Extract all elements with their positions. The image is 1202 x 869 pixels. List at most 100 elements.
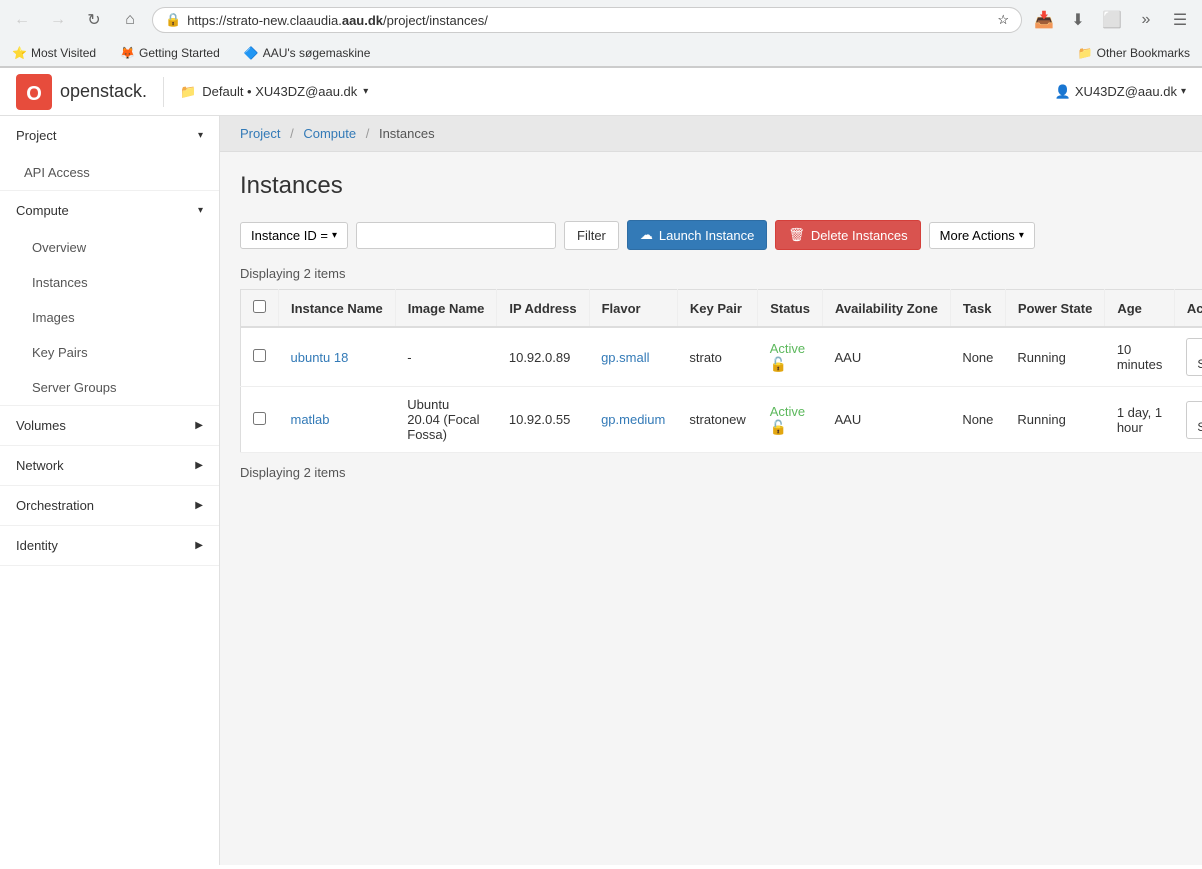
star-icon[interactable]: ☆ — [997, 12, 1009, 28]
table-header-row: Instance Name Image Name IP Address Flav… — [241, 290, 1202, 328]
row2-image-name: Ubuntu 20.04 (Focal Fossa) — [395, 387, 497, 453]
aau-icon: 🔷 — [244, 46, 259, 60]
row1-flavor-link[interactable]: gp.small — [601, 350, 649, 365]
row1-key-pair: strato — [677, 327, 757, 387]
tab-button[interactable]: ⬜ — [1098, 6, 1126, 34]
url-display: https://strato-new.claaudia.aau.dk/proje… — [187, 13, 488, 28]
breadcrumb: Project / Compute / Instances — [220, 116, 1202, 152]
select-all-checkbox[interactable] — [253, 300, 266, 313]
instances-toolbar: Instance ID = ▾ Filter ☁ Launch Instance… — [240, 220, 1182, 250]
aau-bookmark[interactable]: 🔷 AAU's søgemaskine — [240, 44, 375, 62]
row1-instance-name-link[interactable]: ubuntu 18 — [291, 350, 349, 365]
browser-toolbar: ← → ↻ ⌂ 🔒 https://strato-new.claaudia.aa… — [0, 0, 1202, 40]
header-divider — [163, 77, 164, 107]
row1-checkbox — [241, 327, 279, 387]
user-icon: 👤 — [1055, 84, 1071, 100]
app-header: O openstack. 📁 Default • XU43DZ@aau.dk ▾… — [0, 68, 1202, 116]
sidebar-item-server-groups[interactable]: Server Groups — [0, 370, 219, 405]
home-button[interactable]: ⌂ — [116, 6, 144, 34]
sidebar-item-api-access[interactable]: API Access — [0, 155, 219, 190]
sidebar-volumes-header[interactable]: Volumes ▶ — [0, 406, 219, 445]
header-actions: Actions — [1174, 290, 1202, 328]
sidebar-volumes-section: Volumes ▶ — [0, 406, 219, 446]
row2-create-snapshot-button[interactable]: Create Snapshot — [1186, 401, 1202, 439]
header-ip-address: IP Address — [497, 290, 589, 328]
main-content: Project / Compute / Instances Instances … — [220, 116, 1202, 865]
row2-ip-address: 10.92.0.55 — [497, 387, 589, 453]
forward-button[interactable]: → — [44, 6, 72, 34]
sidebar-orchestration-header[interactable]: Orchestration ▶ — [0, 486, 219, 525]
instances-table: Instance Name Image Name IP Address Flav… — [240, 289, 1202, 453]
browser-action-buttons: 📥 ⬇ ⬜ » ☰ — [1030, 6, 1194, 34]
default-icon: 📁 — [180, 84, 196, 100]
breadcrumb-sep-2: / — [366, 126, 370, 141]
row1-age: 10 minutes — [1105, 327, 1175, 387]
sidebar-project-header[interactable]: Project ▾ — [0, 116, 219, 155]
download-button[interactable]: ⬇ — [1064, 6, 1092, 34]
filter-button[interactable]: Filter — [564, 221, 619, 250]
launch-instance-button[interactable]: ☁ Launch Instance — [627, 220, 767, 250]
row2-select-checkbox[interactable] — [253, 412, 266, 425]
breadcrumb-project-link[interactable]: Project — [240, 126, 280, 141]
sidebar-identity-header[interactable]: Identity ▶ — [0, 526, 219, 565]
most-visited-icon: ⭐ — [12, 46, 27, 60]
header-image-name: Image Name — [395, 290, 497, 328]
row2-checkbox — [241, 387, 279, 453]
bookmarks-bar: ⭐ Most Visited 🦊 Getting Started 🔷 AAU's… — [0, 40, 1202, 67]
instances-count-top: Displaying 2 items — [240, 266, 1182, 281]
project-expand-icon: ▾ — [198, 130, 203, 141]
sidebar-item-instances[interactable]: Instances — [0, 265, 219, 300]
user-chevron-icon: ▾ — [1181, 86, 1186, 97]
project-selector[interactable]: 📁 Default • XU43DZ@aau.dk ▾ — [180, 84, 368, 100]
row2-age: 1 day, 1 hour — [1105, 387, 1175, 453]
getting-started-icon: 🦊 — [120, 46, 135, 60]
row1-ip-address: 10.92.0.89 — [497, 327, 589, 387]
project-chevron-icon: ▾ — [363, 86, 368, 97]
identity-expand-icon: ▶ — [195, 540, 203, 551]
row1-flavor: gp.small — [589, 327, 677, 387]
menu-button[interactable]: ☰ — [1166, 6, 1194, 34]
sidebar-orchestration-section: Orchestration ▶ — [0, 486, 219, 526]
reload-button[interactable]: ↻ — [80, 6, 108, 34]
table-header: Instance Name Image Name IP Address Flav… — [241, 290, 1202, 328]
page-content: Instances Instance ID = ▾ Filter ☁ Launc… — [220, 152, 1202, 508]
row1-actions: Create Snapshot ▾ — [1174, 327, 1202, 387]
filter-input[interactable] — [356, 222, 556, 249]
filter-dropdown[interactable]: Instance ID = ▾ — [240, 222, 348, 249]
row2-flavor-link[interactable]: gp.medium — [601, 412, 665, 427]
row2-actions: Create Snapshot ▾ — [1174, 387, 1202, 453]
more-actions-button[interactable]: More Actions ▾ — [929, 222, 1035, 249]
row2-instance-name-link[interactable]: matlab — [291, 412, 330, 427]
pocket-button[interactable]: 📥 — [1030, 6, 1058, 34]
getting-started-bookmark[interactable]: 🦊 Getting Started — [116, 44, 224, 62]
row1-task: None — [950, 327, 1005, 387]
compute-expand-icon: ▾ — [198, 205, 203, 216]
folder-icon: 📁 — [1078, 46, 1093, 60]
user-menu[interactable]: 👤 XU43DZ@aau.dk ▾ — [1055, 84, 1186, 100]
row1-select-checkbox[interactable] — [253, 349, 266, 362]
delete-instances-button[interactable]: 🗑 Delete Instances — [775, 220, 920, 250]
sidebar-network-header[interactable]: Network ▶ — [0, 446, 219, 485]
row1-status-value: Active — [770, 341, 805, 356]
row2-key-pair: stratonew — [677, 387, 757, 453]
table-body: ubuntu 18 - 10.92.0.89 gp.small strato A… — [241, 327, 1202, 453]
sidebar-compute-header[interactable]: Compute ▾ — [0, 191, 219, 230]
row1-lock-icon: 🔓 — [770, 356, 787, 372]
app-body: Project ▾ API Access Compute ▾ Overview … — [0, 116, 1202, 865]
extensions-button[interactable]: » — [1132, 6, 1160, 34]
header-key-pair: Key Pair — [677, 290, 757, 328]
openstack-logo[interactable]: O openstack. — [16, 74, 147, 110]
other-bookmarks[interactable]: 📁 Other Bookmarks — [1074, 44, 1194, 62]
row2-az: AAU — [822, 387, 950, 453]
sidebar-item-images[interactable]: Images — [0, 300, 219, 335]
most-visited-bookmark[interactable]: ⭐ Most Visited — [8, 44, 100, 62]
sidebar-item-overview[interactable]: Overview — [0, 230, 219, 265]
header-availability-zone: Availability Zone — [822, 290, 950, 328]
back-button[interactable]: ← — [8, 6, 36, 34]
breadcrumb-compute-link[interactable]: Compute — [303, 126, 356, 141]
row2-lock-icon: 🔓 — [770, 419, 787, 435]
trash-icon: 🗑 — [788, 227, 805, 243]
address-bar[interactable]: 🔒 https://strato-new.claaudia.aau.dk/pro… — [152, 7, 1022, 33]
row1-create-snapshot-button[interactable]: Create Snapshot — [1186, 338, 1202, 376]
sidebar-item-key-pairs[interactable]: Key Pairs — [0, 335, 219, 370]
